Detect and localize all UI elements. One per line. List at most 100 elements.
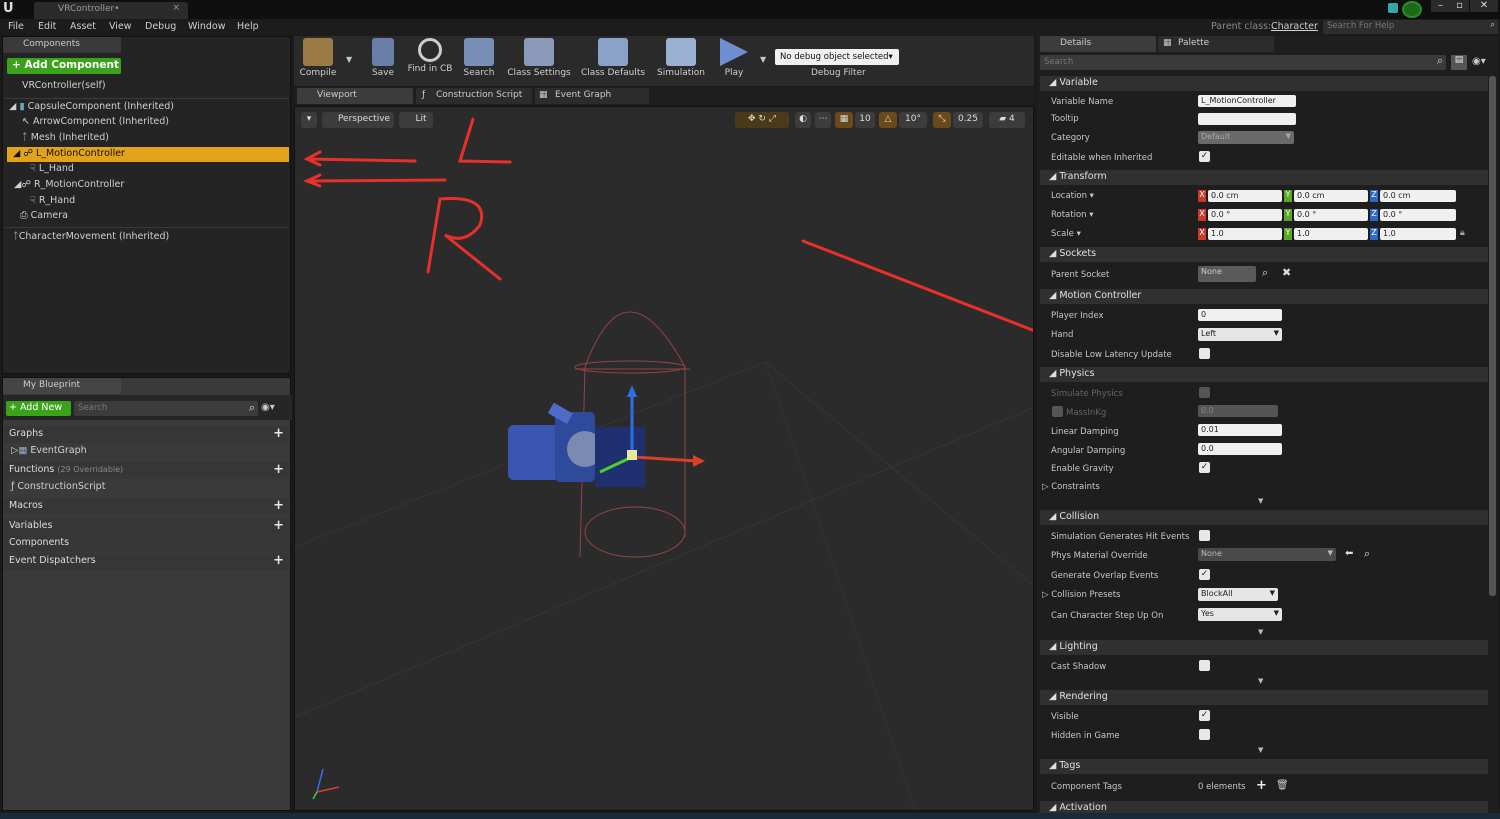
add-icon[interactable]: + xyxy=(273,426,284,441)
scale-z-input[interactable]: 1.0 xyxy=(1380,228,1456,240)
scale-y-input[interactable]: 1.0 xyxy=(1294,228,1368,240)
view-options-icon[interactable]: ◉▾ xyxy=(261,402,275,413)
menu-file[interactable]: File xyxy=(8,21,24,32)
tooltip-input[interactable] xyxy=(1198,113,1296,125)
menu-edit[interactable]: Edit xyxy=(38,21,56,32)
section-physics[interactable]: ◢ Physics xyxy=(1040,367,1488,382)
menu-debug[interactable]: Debug xyxy=(145,21,176,32)
minimize-button[interactable]: – xyxy=(1431,0,1450,12)
snap-surface-toggle[interactable]: ⋯ xyxy=(815,112,831,128)
details-search-input[interactable]: Search ⌕ xyxy=(1040,54,1446,70)
add-component-button[interactable]: + Add Component xyxy=(7,58,121,74)
rotation-snap-icon[interactable]: △ xyxy=(879,112,897,128)
variable-name-input[interactable]: L_MotionController xyxy=(1198,95,1296,107)
transform-tools[interactable]: ✥ ↻ ⤢ xyxy=(735,112,789,128)
visible-checkbox[interactable]: ✓ xyxy=(1199,710,1210,721)
compile-button[interactable]: Compile xyxy=(298,38,338,84)
components-tab[interactable]: Components xyxy=(3,37,121,53)
tab-viewport[interactable]: Viewport xyxy=(297,88,413,104)
location-y-input[interactable]: 0.0 cm xyxy=(1294,190,1368,202)
tree-item[interactable]: ☟ L_Hand xyxy=(30,163,74,174)
viewport[interactable]: ▾ Perspective Lit ✥ ↻ ⤢ ◐ ⋯ ▦ 10 △ 10° ⤡… xyxy=(294,106,1034,811)
debug-object-dropdown[interactable]: No debug object selected▾ xyxy=(775,49,899,65)
section-collision[interactable]: ◢ Collision xyxy=(1040,510,1488,525)
rotation-y-input[interactable]: 0.0 ° xyxy=(1294,209,1368,221)
root-component[interactable]: VRController(self) xyxy=(22,80,106,91)
event-dispatchers-category[interactable]: Event Dispatchers + xyxy=(3,553,289,570)
expand-icon[interactable]: ▼ xyxy=(1258,497,1263,505)
camera-speed[interactable]: ▰ 4 xyxy=(989,112,1025,128)
graphs-category[interactable]: Graphs + xyxy=(3,426,289,443)
event-graph-item[interactable]: ▷▦ EventGraph xyxy=(11,445,87,456)
tab-construction-script[interactable]: ƒ Construction Script xyxy=(416,88,532,104)
overlap-checkbox[interactable]: ✓ xyxy=(1199,569,1210,580)
search-icon[interactable]: ⌕ xyxy=(1262,266,1268,280)
section-sockets[interactable]: ◢ Sockets xyxy=(1040,247,1488,262)
parent-socket-input[interactable]: None xyxy=(1198,266,1256,282)
search-button[interactable]: Search xyxy=(460,38,498,84)
clear-icon[interactable]: ✖ xyxy=(1282,266,1291,279)
scale-x-input[interactable]: 1.0 xyxy=(1208,228,1282,240)
parent-class-link[interactable]: Character xyxy=(1271,21,1318,32)
sim-hit-checkbox[interactable] xyxy=(1199,530,1210,541)
browse-icon[interactable]: ⌕ xyxy=(1364,547,1370,561)
tab-details[interactable]: Details xyxy=(1040,36,1156,52)
tree-item[interactable]: ☟ R_Hand xyxy=(30,195,75,206)
status-icon[interactable] xyxy=(1402,1,1422,18)
angular-damping-input[interactable]: 0.0 xyxy=(1198,443,1282,455)
location-x-input[interactable]: 0.0 cm xyxy=(1208,190,1282,202)
functions-category[interactable]: Functions (29 Overridable) + xyxy=(3,462,289,479)
grid-snap-icon[interactable]: ▦ xyxy=(835,112,853,128)
category-dropdown[interactable]: Default xyxy=(1198,131,1294,144)
step-up-dropdown[interactable]: Yes xyxy=(1198,608,1282,621)
enable-gravity-checkbox[interactable]: ✓ xyxy=(1199,462,1210,473)
collision-presets-row[interactable]: ▷ Collision Presets xyxy=(1042,590,1120,600)
low-latency-checkbox[interactable] xyxy=(1199,348,1210,359)
add-icon[interactable]: + xyxy=(273,553,284,568)
help-search-input[interactable]: Search For Help ⌕ xyxy=(1323,20,1498,34)
hand-dropdown[interactable]: Left xyxy=(1198,328,1282,341)
add-icon[interactable]: + xyxy=(1256,778,1267,793)
simulation-button[interactable]: Simulation xyxy=(655,38,707,84)
class-settings-button[interactable]: Class Settings xyxy=(505,38,573,84)
grid-snap-value[interactable]: 10 xyxy=(855,112,875,128)
add-new-button[interactable]: + Add New xyxy=(6,401,71,416)
scale-snap-value[interactable]: 0.25 xyxy=(953,112,983,128)
tree-item[interactable]: ⎙ Camera xyxy=(20,210,68,221)
section-variable[interactable]: ◢ Variable xyxy=(1040,76,1488,91)
find-in-cb-button[interactable]: Find in CB xyxy=(405,38,455,84)
menu-help[interactable]: Help xyxy=(237,21,259,32)
mass-override-checkbox[interactable] xyxy=(1052,406,1063,417)
perspective-button[interactable]: Perspective xyxy=(322,112,394,128)
use-selected-icon[interactable]: ⬅ xyxy=(1345,548,1353,559)
tree-item[interactable]: ᛏCharacterMovement (Inherited) xyxy=(13,231,169,242)
location-label[interactable]: Location ▾ xyxy=(1051,191,1094,201)
menu-asset[interactable]: Asset xyxy=(70,21,96,32)
menu-view[interactable]: View xyxy=(109,21,132,32)
viewport-options-button[interactable]: ▾ xyxy=(301,112,317,128)
player-index-input[interactable]: 0 xyxy=(1198,309,1282,321)
class-defaults-button[interactable]: Class Defaults xyxy=(578,38,648,84)
phys-material-dropdown[interactable]: None xyxy=(1198,548,1336,561)
add-icon[interactable]: + xyxy=(273,462,284,477)
close-window-button[interactable]: ✕ xyxy=(1470,0,1498,12)
rotation-z-input[interactable]: 0.0 ° xyxy=(1380,209,1456,221)
source-control-icon[interactable] xyxy=(1388,3,1398,13)
constraints-row[interactable]: ▷ Constraints xyxy=(1042,482,1100,492)
maximize-button[interactable]: ▫ xyxy=(1450,0,1469,12)
view-options-icon[interactable]: ◉▾ xyxy=(1472,56,1486,67)
lock-icon[interactable]: 🔒︎ xyxy=(1460,228,1465,238)
play-button[interactable]: Play xyxy=(713,38,755,84)
scale-label[interactable]: Scale ▾ xyxy=(1051,229,1081,239)
property-matrix-icon[interactable]: ▤ xyxy=(1451,55,1467,70)
blueprint-search-input[interactable]: Search ⌕ xyxy=(74,401,258,416)
location-z-input[interactable]: 0.0 cm xyxy=(1380,190,1456,202)
details-scrollbar[interactable] xyxy=(1489,76,1496,596)
tree-item-selected[interactable]: ◢ ☍ L_MotionController xyxy=(7,147,289,162)
tree-item[interactable]: ᛏ Mesh (Inherited) xyxy=(22,132,109,143)
macros-category[interactable]: Macros + xyxy=(3,498,289,515)
construction-script-item[interactable]: ƒ ConstructionScript xyxy=(11,481,105,492)
editable-checkbox[interactable]: ✓ xyxy=(1199,151,1210,162)
section-transform[interactable]: ◢ Transform xyxy=(1040,170,1488,185)
mass-input[interactable]: 0.0 xyxy=(1198,405,1278,417)
